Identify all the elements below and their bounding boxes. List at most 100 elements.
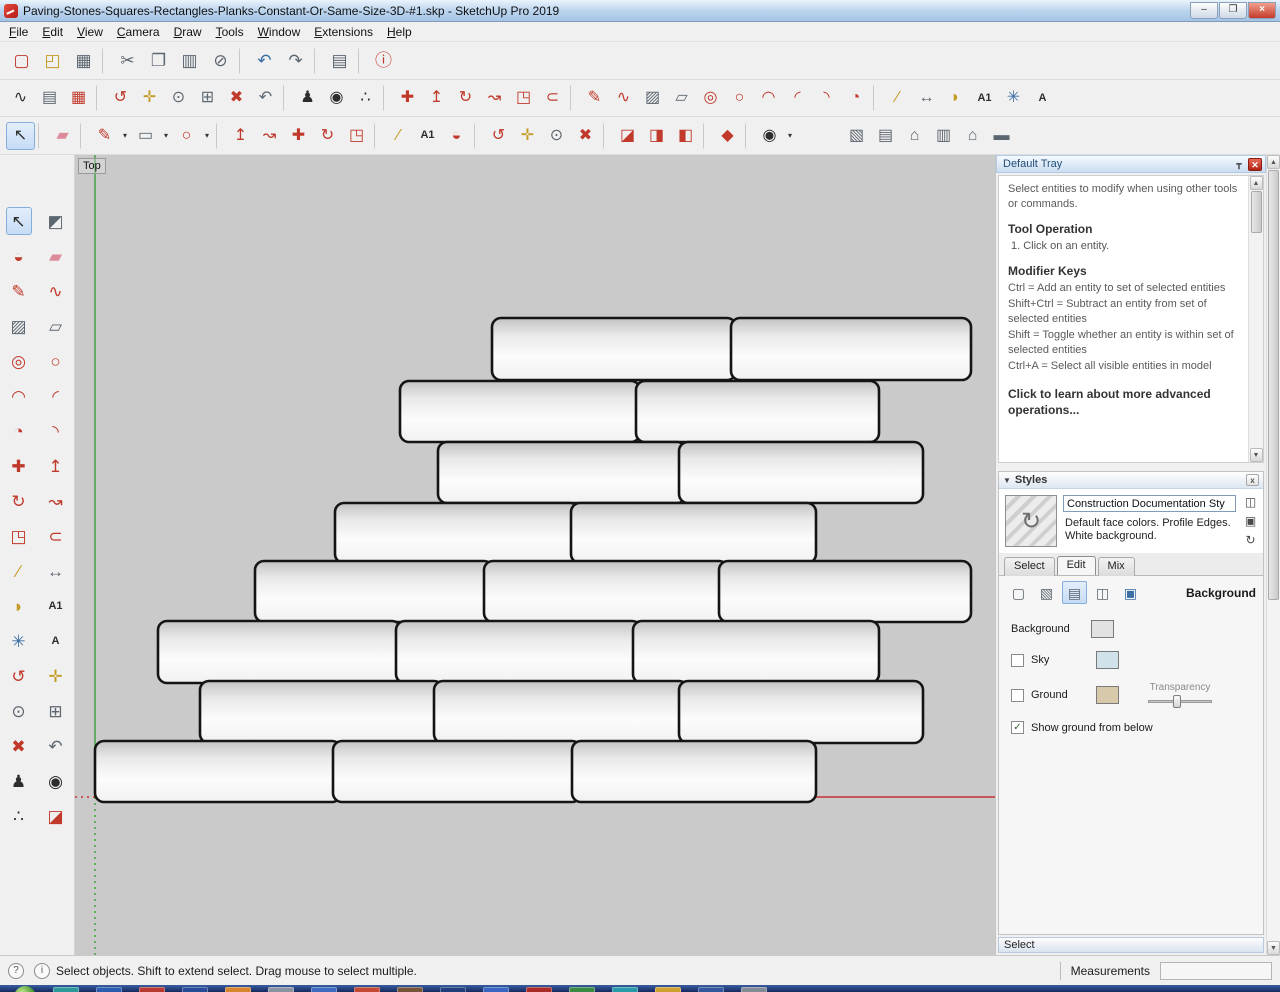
text-button[interactable]: A1: [970, 84, 999, 112]
paint-bucket-button[interactable]: ◒: [442, 122, 471, 150]
paving-stone[interactable]: [198, 679, 445, 745]
paving-stone[interactable]: [331, 739, 583, 804]
push-pull-button[interactable]: ↥: [422, 84, 451, 112]
paving-stone[interactable]: [436, 440, 688, 505]
walk-tool[interactable]: ∴: [6, 802, 32, 830]
paving-stone[interactable]: [631, 619, 881, 685]
polygon-tool[interactable]: ○: [43, 347, 69, 375]
paving-stone[interactable]: [490, 316, 738, 382]
make-component-tool[interactable]: ◩: [43, 207, 69, 235]
geolocation-help-icon[interactable]: ?: [8, 962, 24, 979]
zoom-button[interactable]: ⊙: [542, 122, 571, 150]
print-button[interactable]: ▤: [324, 46, 355, 76]
menu-item[interactable]: View: [70, 23, 110, 41]
zoom-extents-tool[interactable]: ✖: [6, 732, 32, 760]
menu-item[interactable]: Edit: [35, 23, 70, 41]
start-button-icon[interactable]: [14, 986, 36, 992]
cut-button[interactable]: ✂: [112, 46, 143, 76]
component-home-button[interactable]: ⌂: [958, 122, 987, 150]
pie-button[interactable]: ◔: [841, 84, 870, 112]
three-point-arc-tool[interactable]: ◝: [43, 417, 69, 445]
circle-dropdown[interactable]: ▾: [201, 122, 213, 150]
component-printer-button[interactable]: ▥: [929, 122, 958, 150]
text-tool[interactable]: A1: [43, 592, 69, 620]
rotated-rectangle-button[interactable]: ▱: [667, 84, 696, 112]
paint-bucket-tool[interactable]: ◒: [6, 242, 32, 270]
measurements-input[interactable]: [1160, 961, 1272, 980]
orbit-button[interactable]: ↺: [484, 122, 513, 150]
move-button[interactable]: ✚: [284, 122, 313, 150]
tape-measure-tool[interactable]: ∕: [6, 557, 32, 585]
rotate-button[interactable]: ↻: [313, 122, 342, 150]
zoom-extents-button[interactable]: ✖: [571, 122, 600, 150]
maximize-button[interactable]: ❐: [1219, 2, 1247, 19]
pan-tool[interactable]: ✛: [43, 662, 69, 690]
transparency-slider[interactable]: [1148, 695, 1212, 708]
section-plane-tool[interactable]: ◪: [43, 802, 69, 830]
menu-item[interactable]: Draw: [167, 23, 209, 41]
pan-button[interactable]: ✛: [135, 84, 164, 112]
rectangle-tool[interactable]: ▨: [6, 312, 32, 340]
shapes-button[interactable]: ▭: [131, 122, 160, 150]
protractor-button[interactable]: ◗: [941, 84, 970, 112]
follow-me-button[interactable]: ↝: [255, 122, 284, 150]
taskbar-app-icon[interactable]: [397, 987, 423, 992]
taskbar-app-icon[interactable]: [311, 987, 337, 992]
orbit-tool[interactable]: ↺: [6, 662, 32, 690]
ground-checkbox[interactable]: [1011, 688, 1024, 702]
rotated-rectangle-tool[interactable]: ▱: [43, 312, 69, 340]
push-pull-tool[interactable]: ↥: [43, 452, 69, 480]
taskbar-app-icon[interactable]: [139, 987, 165, 992]
select-button[interactable]: ↖: [6, 121, 35, 150]
scroll-thumb[interactable]: [1250, 191, 1262, 233]
edge-settings-icon[interactable]: ▢: [1006, 581, 1031, 604]
circle-button[interactable]: ○: [172, 122, 201, 150]
menu-item[interactable]: Help: [380, 23, 419, 41]
select-tool[interactable]: ↖: [5, 207, 32, 235]
tray-scroll-thumb[interactable]: [1268, 170, 1279, 600]
zoom-tool[interactable]: ⊙: [6, 697, 32, 725]
menu-item[interactable]: File: [2, 23, 35, 41]
zoom-previous-button[interactable]: ↶: [251, 84, 280, 112]
line-tool[interactable]: ✎: [6, 277, 32, 305]
3d-warehouse-button[interactable]: ◆: [713, 122, 742, 150]
sky-checkbox[interactable]: [1011, 653, 1024, 667]
modeling-settings-icon[interactable]: ▣: [1118, 581, 1143, 604]
background-color-swatch[interactable]: [1091, 620, 1114, 638]
instructor-scrollbar[interactable]: ▲ ▼: [1248, 176, 1263, 462]
style-browser-icon[interactable]: ▣: [1245, 515, 1256, 527]
two-point-arc-tool[interactable]: ◜: [43, 382, 69, 410]
two-point-arc-button[interactable]: ◜: [783, 84, 812, 112]
taskbar-app-icon[interactable]: [569, 987, 595, 992]
watermark-settings-icon[interactable]: ◫: [1090, 581, 1115, 604]
show-ground-checkbox[interactable]: ✓: [1011, 721, 1024, 734]
three-point-arc-button[interactable]: ◝: [812, 84, 841, 112]
default-tray-button[interactable]: ▦: [64, 84, 93, 112]
rectangle-button[interactable]: ▨: [638, 84, 667, 112]
minimize-button[interactable]: –: [1190, 2, 1218, 19]
eraser-tool[interactable]: ▰: [43, 242, 69, 270]
freehand-button[interactable]: ∿: [609, 84, 638, 112]
paste-button[interactable]: ▥: [174, 46, 205, 76]
paving-stone[interactable]: [333, 501, 581, 565]
zoom-extents-button[interactable]: ✖: [222, 84, 251, 112]
taskbar-app-icon[interactable]: [96, 987, 122, 992]
scroll-up-icon[interactable]: ▲: [1249, 176, 1263, 190]
model-canvas[interactable]: [75, 155, 995, 955]
paving-stone[interactable]: [569, 501, 818, 565]
offset-button[interactable]: ⊂: [538, 84, 567, 112]
orbit-button[interactable]: ↺: [106, 84, 135, 112]
scale-button[interactable]: ◳: [509, 84, 538, 112]
text-button[interactable]: A1: [413, 122, 442, 150]
tray-close-button[interactable]: ✕: [1248, 157, 1262, 171]
taskbar-app-icon[interactable]: [483, 987, 509, 992]
style-name-field[interactable]: Construction Documentation Sty: [1063, 495, 1236, 512]
axes-tool[interactable]: ✳: [6, 627, 32, 655]
credits-info-icon[interactable]: i: [34, 962, 50, 979]
redo-button[interactable]: ↷: [280, 46, 311, 76]
eraser-button[interactable]: ▰: [48, 122, 77, 150]
axes-button[interactable]: ✳: [999, 84, 1028, 112]
line-dropdown[interactable]: ▾: [119, 122, 131, 150]
paving-stone[interactable]: [677, 679, 925, 745]
slider-thumb[interactable]: [1173, 695, 1181, 708]
